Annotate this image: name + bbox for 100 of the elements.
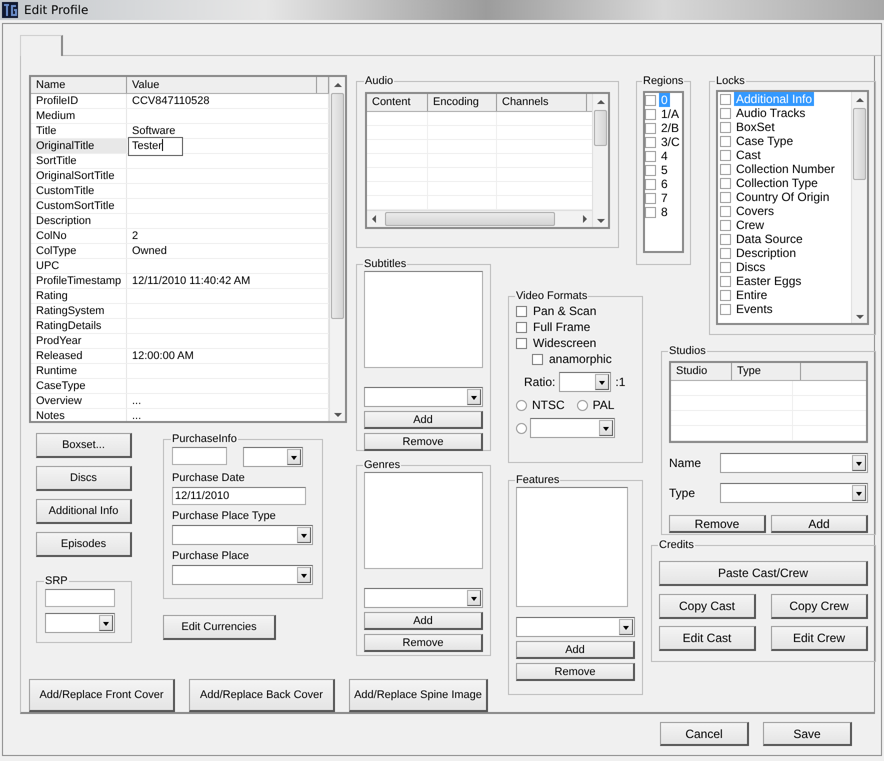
dropdown[interactable] bbox=[172, 565, 313, 585]
checklist-item[interactable]: BoxSet bbox=[720, 120, 851, 134]
checkbox[interactable]: Full Frame bbox=[516, 319, 635, 335]
dropdown[interactable] bbox=[516, 617, 635, 637]
dropdown[interactable] bbox=[720, 483, 868, 503]
property-name[interactable]: RatingSystem bbox=[31, 304, 127, 318]
list-button[interactable]: Remove bbox=[516, 663, 635, 681]
property-name[interactable]: Rating bbox=[31, 289, 127, 303]
property-name[interactable]: SortTitle bbox=[31, 154, 127, 168]
column-header[interactable]: Encoding bbox=[428, 94, 497, 111]
scrollbar[interactable] bbox=[329, 77, 345, 421]
property-name[interactable]: Description bbox=[31, 214, 127, 228]
checklist-item[interactable]: Country Of Origin bbox=[720, 190, 851, 204]
checkbox[interactable]: anamorphic bbox=[532, 351, 635, 367]
checklist-item[interactable]: 8 bbox=[645, 205, 682, 219]
checklist-item[interactable]: Crew bbox=[720, 218, 851, 232]
tab[interactable] bbox=[20, 35, 63, 56]
property-name[interactable]: OriginalTitle bbox=[31, 139, 127, 153]
radio-button[interactable] bbox=[516, 422, 527, 434]
checklist-item[interactable]: 5 bbox=[645, 163, 682, 177]
scrollbar[interactable] bbox=[851, 92, 867, 323]
property-name[interactable]: Released bbox=[31, 349, 127, 363]
checkbox[interactable]: Pan & Scan bbox=[516, 303, 635, 319]
credits-button[interactable]: Copy Cast bbox=[659, 594, 756, 619]
checklist-item[interactable]: 3/C bbox=[645, 135, 682, 149]
list-button[interactable]: Remove bbox=[364, 433, 483, 451]
edit-currencies-button[interactable]: Edit Currencies bbox=[163, 615, 276, 640]
dialog-button[interactable]: Save bbox=[763, 722, 852, 746]
scrollbar[interactable] bbox=[592, 94, 608, 227]
checklist-item[interactable]: Events bbox=[720, 302, 851, 316]
input-field[interactable] bbox=[172, 447, 227, 465]
property-name[interactable]: ColNo bbox=[31, 229, 127, 243]
list-button[interactable]: Add bbox=[364, 612, 483, 630]
column-header[interactable]: Channels bbox=[497, 94, 587, 111]
property-name[interactable]: Notes bbox=[31, 409, 127, 421]
dropdown[interactable] bbox=[364, 588, 483, 608]
input-field[interactable] bbox=[45, 589, 115, 607]
checklist-item[interactable]: Easter Eggs bbox=[720, 274, 851, 288]
radio-button[interactable]: NTSC bbox=[516, 398, 565, 412]
credits-button[interactable]: Edit Cast bbox=[659, 626, 756, 651]
property-name[interactable]: ProfileTimestamp bbox=[31, 274, 127, 288]
checklist-item[interactable]: Audio Tracks bbox=[720, 106, 851, 120]
checklist-item[interactable]: Case Type bbox=[720, 134, 851, 148]
checklist-item[interactable]: Discs bbox=[720, 260, 851, 274]
property-name[interactable]: ColType bbox=[31, 244, 127, 258]
dropdown[interactable] bbox=[364, 387, 483, 407]
cover-button[interactable]: Add/Replace Front Cover bbox=[29, 679, 175, 712]
dropdown[interactable] bbox=[243, 447, 303, 467]
checklist-item[interactable]: Data Source bbox=[720, 232, 851, 246]
checklist-item[interactable]: 6 bbox=[645, 177, 682, 191]
property-name[interactable]: Medium bbox=[31, 109, 127, 123]
list-button[interactable]: Add bbox=[516, 641, 635, 659]
input-field[interactable]: Tester bbox=[128, 137, 183, 156]
column-header[interactable]: Type bbox=[732, 363, 801, 380]
scrollbar[interactable] bbox=[367, 210, 592, 227]
checklist-item[interactable]: Collection Type bbox=[720, 176, 851, 190]
studio-button[interactable]: Add bbox=[771, 515, 868, 533]
checklist-item[interactable]: Collection Number bbox=[720, 162, 851, 176]
credits-button[interactable]: Edit Crew bbox=[771, 626, 868, 651]
column-header[interactable]: Name bbox=[31, 77, 127, 93]
checklist-item[interactable]: 7 bbox=[645, 191, 682, 205]
column-header[interactable]: Studio bbox=[671, 363, 732, 380]
cover-button[interactable]: Add/Replace Spine Image bbox=[349, 679, 488, 712]
list-button[interactable]: Remove bbox=[364, 634, 483, 652]
checklist-item[interactable]: 1/A bbox=[645, 107, 682, 121]
property-name[interactable]: CustomTitle bbox=[31, 184, 127, 198]
dropdown[interactable] bbox=[559, 372, 612, 392]
dialog-button[interactable]: Boxset... bbox=[36, 433, 132, 458]
checklist-item[interactable]: Covers bbox=[720, 204, 851, 218]
property-name[interactable]: ProfileID bbox=[31, 94, 127, 108]
checklist-item[interactable]: Cast bbox=[720, 148, 851, 162]
property-name[interactable]: UPC bbox=[31, 259, 127, 273]
property-name[interactable]: OriginalSortTitle bbox=[31, 169, 127, 183]
dropdown[interactable] bbox=[530, 418, 615, 438]
property-name[interactable]: Title bbox=[31, 124, 127, 138]
property-name[interactable]: Overview bbox=[31, 394, 127, 408]
checklist-item[interactable]: Description bbox=[720, 246, 851, 260]
checklist-item[interactable]: 4 bbox=[645, 149, 682, 163]
list-button[interactable]: Add bbox=[364, 411, 483, 429]
property-name[interactable]: CustomSortTitle bbox=[31, 199, 127, 213]
input-field[interactable]: 12/11/2010 bbox=[172, 487, 306, 505]
cover-button[interactable]: Add/Replace Back Cover bbox=[189, 679, 335, 712]
checklist-item[interactable]: 2/B bbox=[645, 121, 682, 135]
column-header[interactable]: Content bbox=[367, 94, 428, 111]
property-name[interactable]: ProdYear bbox=[31, 334, 127, 348]
column-header[interactable]: Value bbox=[127, 77, 317, 93]
dropdown[interactable] bbox=[45, 613, 115, 633]
checklist-item[interactable]: Entire bbox=[720, 288, 851, 302]
credits-button[interactable]: Paste Cast/Crew bbox=[659, 561, 868, 586]
dialog-button[interactable]: Additional Info bbox=[36, 499, 132, 524]
dialog-button[interactable]: Discs bbox=[36, 466, 132, 491]
property-name[interactable]: CaseType bbox=[31, 379, 127, 393]
radio-button[interactable]: PAL bbox=[576, 398, 614, 412]
dropdown[interactable] bbox=[172, 525, 313, 545]
dialog-button[interactable]: Cancel bbox=[660, 722, 749, 746]
dialog-button[interactable]: Episodes bbox=[36, 532, 132, 557]
property-name[interactable]: Runtime bbox=[31, 364, 127, 378]
credits-button[interactable]: Copy Crew bbox=[771, 594, 868, 619]
studio-button[interactable]: Remove bbox=[669, 515, 766, 533]
property-name[interactable]: RatingDetails bbox=[31, 319, 127, 333]
